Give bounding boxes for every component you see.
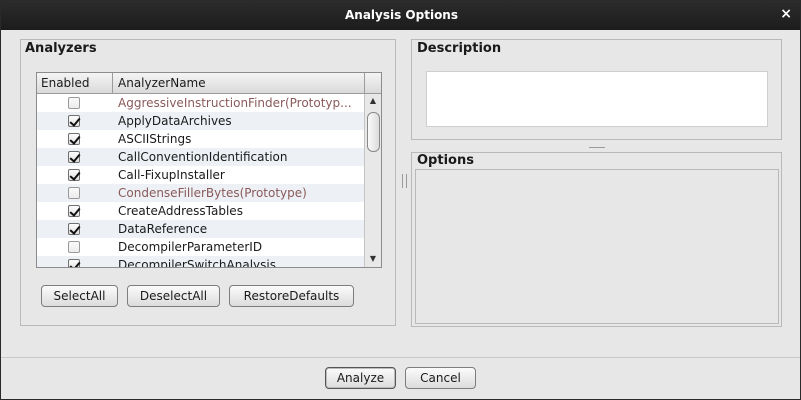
- analyzer-name: Call-FixupInstaller: [118, 168, 225, 182]
- enabled-checkbox[interactable]: [68, 187, 80, 199]
- enabled-checkbox[interactable]: [68, 259, 80, 267]
- divider-grip-icon: [402, 174, 407, 188]
- select-all-button[interactable]: SelectAll: [41, 285, 118, 307]
- scroll-up-icon[interactable]: ▲: [365, 94, 381, 108]
- description-text-area: [426, 71, 768, 127]
- table-header: Enabled AnalyzerName: [37, 73, 381, 94]
- deselect-all-button[interactable]: DeselectAll: [127, 285, 220, 307]
- window-title: Analysis Options: [344, 8, 458, 22]
- enabled-checkbox[interactable]: [68, 241, 80, 253]
- analyzer-name: ASCIIStrings: [118, 132, 192, 146]
- restore-defaults-button[interactable]: RestoreDefaults: [229, 285, 354, 307]
- column-header-enabled[interactable]: Enabled: [37, 73, 113, 93]
- table-row[interactable]: Call-FixupInstaller: [37, 166, 365, 184]
- title-bar[interactable]: Analysis Options ×: [1, 1, 800, 30]
- analyzer-rows: AggressiveInstructionFinder(Prototyp... A…: [37, 94, 365, 268]
- enabled-checkbox[interactable]: [68, 115, 80, 127]
- analyze-button[interactable]: Analyze: [325, 367, 396, 389]
- analyzers-label: Analyzers: [25, 41, 97, 56]
- analysis-options-dialog: Analysis Options × Analyzers Enabled Ana…: [0, 0, 801, 400]
- description-label: Description: [417, 41, 502, 56]
- table-row[interactable]: DataReference: [37, 220, 365, 238]
- analyzer-name: DataReference: [118, 222, 208, 236]
- analyzers-table: Enabled AnalyzerName AggressiveInstructi…: [36, 72, 382, 268]
- table-row[interactable]: AggressiveInstructionFinder(Prototyp...: [37, 94, 365, 112]
- analyzer-name: DecompilerParameterID: [118, 240, 263, 254]
- options-label: Options: [417, 153, 474, 168]
- enabled-checkbox[interactable]: [68, 223, 80, 235]
- table-row[interactable]: DecompilerParameterID: [37, 238, 365, 256]
- analyzer-name: CreateAddressTables: [118, 204, 243, 218]
- analyzer-name: CallConventionIdentification: [118, 150, 288, 164]
- enabled-checkbox[interactable]: [68, 169, 80, 181]
- close-icon[interactable]: ×: [780, 6, 792, 22]
- scroll-thumb[interactable]: [367, 112, 380, 152]
- analyzer-name: CondenseFillerBytes(Prototype): [118, 186, 307, 200]
- footer-separator: [1, 357, 800, 358]
- table-row[interactable]: CallConventionIdentification: [37, 148, 365, 166]
- split-pane-divider[interactable]: [401, 39, 407, 327]
- header-corner: [364, 73, 381, 93]
- table-row[interactable]: CreateAddressTables: [37, 202, 365, 220]
- analyzer-name: AggressiveInstructionFinder(Prototyp...: [118, 96, 352, 110]
- table-row[interactable]: DecompilerSwitchAnalysis: [37, 256, 365, 268]
- vertical-scrollbar[interactable]: ▲ ▼: [364, 94, 381, 267]
- table-row[interactable]: CondenseFillerBytes(Prototype): [37, 184, 365, 202]
- column-header-analyzer-name[interactable]: AnalyzerName: [114, 73, 368, 96]
- options-content-area: [415, 169, 779, 324]
- enabled-checkbox[interactable]: [68, 133, 80, 145]
- analyzer-name: ApplyDataArchives: [118, 114, 232, 128]
- analyzer-name: DecompilerSwitchAnalysis: [118, 258, 276, 268]
- table-row[interactable]: ASCIIStrings: [37, 130, 365, 148]
- table-row[interactable]: ApplyDataArchives: [37, 112, 365, 130]
- cancel-button[interactable]: Cancel: [405, 367, 476, 389]
- enabled-checkbox[interactable]: [68, 205, 80, 217]
- enabled-checkbox[interactable]: [68, 151, 80, 163]
- enabled-checkbox[interactable]: [68, 97, 80, 109]
- scroll-down-icon[interactable]: ▼: [365, 252, 381, 266]
